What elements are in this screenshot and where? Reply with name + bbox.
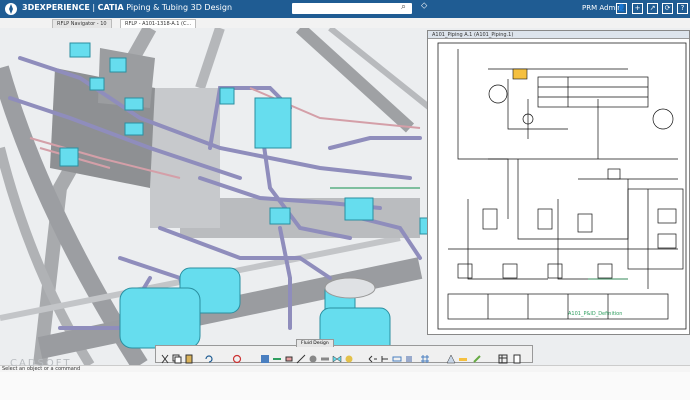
part-icon[interactable] (344, 349, 354, 363)
search-icon[interactable]: ⌕ (401, 2, 406, 12)
grid-icon[interactable] (420, 349, 430, 363)
share-icon[interactable]: ↗ (647, 3, 658, 14)
paste-icon[interactable] (184, 349, 194, 364)
communicate-icon[interactable]: ⟳ (662, 3, 673, 14)
eraser-icon[interactable] (284, 349, 294, 362)
title-separator: | (92, 3, 96, 12)
brand-name: 3DEXPERIENCE (22, 3, 90, 12)
help-icon[interactable]: ? (677, 3, 688, 14)
pipe-icon[interactable] (320, 349, 330, 361)
product-name: CATIA (97, 3, 124, 12)
schematic-caption: A101_P&ID_Definition (568, 311, 622, 317)
schematic-title: A101_Piping A.1 (A101_Piping.1) (428, 31, 689, 39)
tag-icon[interactable]: ⬦ (421, 1, 427, 11)
bottom-area (0, 372, 690, 400)
module-name: Piping & Tubing 3D Design (126, 3, 233, 12)
app-title: 3DEXPERIENCE | CATIA Piping & Tubing 3D … (22, 3, 232, 12)
update-icon[interactable] (232, 349, 242, 364)
search-input[interactable]: ⌕ (292, 2, 412, 14)
table-icon[interactable] (498, 349, 508, 364)
action-bar: Fluid Design (155, 339, 533, 364)
flow-icon[interactable] (272, 349, 282, 360)
brush-icon[interactable] (472, 349, 482, 363)
cut-icon[interactable] (160, 349, 170, 364)
watermark: CADSOFT (10, 358, 72, 369)
valve-icon[interactable] (332, 349, 342, 363)
schematic-view[interactable]: A101_Piping A.1 (A101_Piping.1) A101_P&I… (427, 30, 690, 335)
schematic-diagram: A101_P&ID_Definition (437, 42, 687, 330)
pipe-route-icon[interactable] (260, 349, 270, 363)
measure-icon[interactable] (458, 349, 468, 361)
spool-icon[interactable] (404, 349, 414, 362)
link-icon[interactable] (392, 349, 402, 362)
app-header: 3DEXPERIENCE | CATIA Piping & Tubing 3D … (0, 0, 690, 18)
connect-icon[interactable] (368, 349, 378, 363)
copy-icon[interactable] (172, 349, 182, 364)
analyze-icon[interactable] (446, 349, 456, 364)
report-icon[interactable] (512, 349, 522, 364)
compass-icon[interactable] (4, 2, 18, 16)
add-icon[interactable]: + (632, 3, 643, 14)
undo-icon[interactable] (204, 349, 214, 363)
gear-icon[interactable] (308, 349, 318, 363)
line-icon[interactable] (296, 349, 306, 364)
profile-icon[interactable]: 👤 (616, 3, 627, 14)
toolbar-section-label[interactable]: Fluid Design (296, 339, 334, 347)
branch-icon[interactable] (380, 349, 390, 362)
